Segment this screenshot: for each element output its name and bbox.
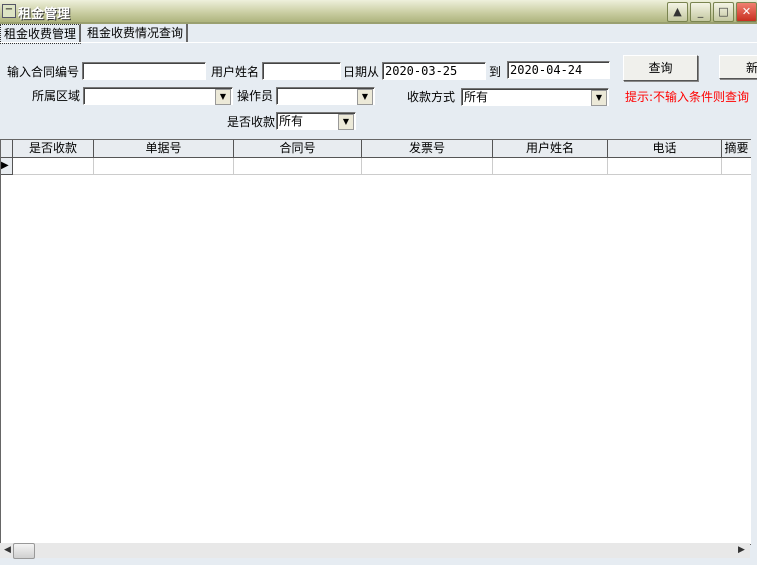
grid-cell[interactable] — [234, 158, 362, 175]
chevron-down-icon[interactable]: ▼ — [357, 89, 373, 105]
new-button[interactable]: 新 — [719, 55, 757, 79]
date-to-label: 到 — [489, 65, 502, 79]
help-up-button[interactable]: ▲ — [667, 2, 688, 22]
maximize-button[interactable]: □ — [713, 2, 734, 22]
date-to-input[interactable]: 2020-04-24 — [507, 61, 610, 79]
grid-cell[interactable] — [94, 158, 234, 175]
column-header[interactable]: 发票号 — [362, 140, 493, 158]
user-name-label: 用户姓名 — [211, 65, 260, 79]
date-from-label: 日期从 — [343, 65, 380, 79]
hint-text: 提示:不输入条件则查询 — [625, 90, 750, 104]
region-select[interactable]: ▼ — [83, 87, 233, 105]
paid-value: 所有 — [279, 114, 304, 128]
system-menu-icon[interactable]: − — [2, 4, 16, 18]
column-header[interactable]: 单据号 — [94, 140, 234, 158]
operator-select[interactable]: ▼ — [276, 87, 375, 105]
region-label: 所属区域 — [32, 89, 81, 103]
operator-label: 操作员 — [237, 89, 274, 103]
contract-no-input[interactable] — [82, 62, 206, 80]
grid-cell[interactable] — [608, 158, 722, 175]
payment-method-label: 收款方式 — [407, 90, 456, 104]
grid-cell[interactable] — [13, 158, 94, 175]
chevron-down-icon[interactable]: ▼ — [215, 89, 231, 105]
column-header[interactable]: 电话 — [608, 140, 722, 158]
chevron-down-icon[interactable]: ▼ — [591, 90, 607, 106]
minimize-button[interactable]: _ — [690, 2, 711, 22]
column-header[interactable]: 合同号 — [234, 140, 362, 158]
user-name-input[interactable] — [262, 62, 341, 80]
title-bar: − 租金管理 ▲ _ □ ✕ — [0, 0, 757, 24]
scroll-left-icon[interactable]: ◀ — [4, 545, 11, 555]
chevron-down-icon[interactable]: ▼ — [338, 114, 354, 130]
horizontal-scrollbar[interactable]: ◀ ▶ — [0, 543, 750, 559]
row-indicator-header — [1, 140, 13, 158]
grid-cell[interactable] — [362, 158, 493, 175]
tab-divider — [0, 42, 757, 43]
paid-select[interactable]: 所有 ▼ — [276, 112, 356, 130]
date-from-input[interactable]: 2020-03-25 — [382, 62, 486, 80]
payment-method-select[interactable]: 所有 ▼ — [461, 88, 609, 106]
tab-rent-fee-query[interactable]: 租金收费情况查询 — [84, 24, 189, 42]
window-title: 租金管理 — [18, 7, 71, 22]
column-header[interactable]: 用户姓名 — [493, 140, 608, 158]
data-grid[interactable]: 是否收款 单据号 合同号 发票号 用户姓名 电话 摘要 ▶ — [0, 139, 751, 545]
payment-method-value: 所有 — [464, 90, 489, 104]
scrollbar-thumb[interactable] — [13, 543, 35, 559]
grid-cell[interactable] — [493, 158, 608, 175]
grid-cell[interactable] — [722, 158, 751, 175]
paid-label: 是否收款 — [227, 115, 276, 129]
column-header[interactable]: 摘要 — [722, 140, 751, 158]
column-header[interactable]: 是否收款 — [13, 140, 94, 158]
tab-rent-fee-management[interactable]: 租金收费管理 — [0, 24, 82, 44]
scroll-right-icon[interactable]: ▶ — [738, 545, 745, 555]
current-row-indicator-icon: ▶ — [1, 158, 13, 175]
contract-no-label: 输入合同编号 — [7, 65, 80, 79]
close-button[interactable]: ✕ — [736, 2, 757, 22]
query-button[interactable]: 查询 — [623, 55, 698, 81]
